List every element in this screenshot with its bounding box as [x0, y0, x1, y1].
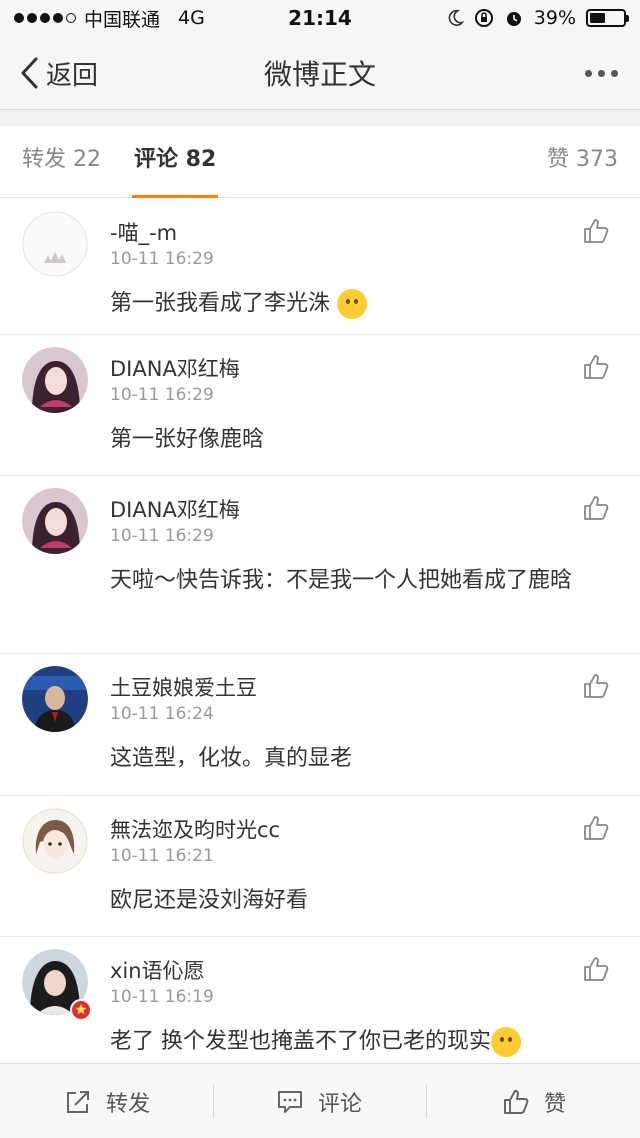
thumbs-up-icon[interactable] [582, 217, 610, 245]
tab-like[interactable]: 赞 373 [547, 126, 618, 198]
battery-percent: 39% [533, 7, 576, 29]
verified-badge-icon [70, 999, 92, 1021]
comment-text: 天啦～快告诉我：不是我一个人把她看成了鹿晗 [110, 568, 573, 593]
back-label: 返回 [46, 60, 99, 91]
comment-item: DIANA邓红梅 10-11 16:29 天啦～快告诉我：不是我一个人把她看成了… [0, 476, 640, 654]
thumbs-up-icon [504, 1089, 529, 1114]
comment-author[interactable]: -喵_-m [110, 217, 177, 247]
comment-text: 这造型，化妆。真的显老 [110, 746, 353, 771]
back-button[interactable]: 返回 [18, 36, 98, 110]
status-bar: 中国联通 4G 21:14 39% [0, 0, 640, 36]
comment-list: -喵_-m 10-11 16:29 第一张我看成了李光洙 DIANA邓红梅 10… [0, 199, 640, 1063]
avatar[interactable] [22, 211, 88, 277]
comment-item: 土豆娘娘爱土豆 10-11 16:24 这造型，化妆。真的显老 [0, 654, 640, 796]
rotation-lock-icon [474, 9, 493, 27]
comment-button[interactable]: 评论 [276, 1064, 362, 1138]
more-dot [598, 69, 605, 77]
laughing-emoji-icon [491, 1027, 521, 1057]
tab-bar: 转发 22 评论 82 赞 373 [0, 126, 640, 198]
more-dot [611, 69, 618, 77]
comment-text-content: 老了 换个发型也掩盖不了你已老的现实 [110, 1029, 491, 1054]
comment-item: -喵_-m 10-11 16:29 第一张我看成了李光洙 [0, 199, 640, 335]
thumbs-up-icon[interactable] [582, 955, 610, 983]
comment-item: 無法迩及昀时光cc 10-11 16:21 欧尼还是没刘海好看 [0, 796, 640, 937]
tab-repost[interactable]: 转发 22 [22, 126, 101, 198]
comment-time: 10-11 16:29 [110, 249, 214, 269]
network-label: 4G [178, 7, 205, 29]
avatar[interactable] [22, 808, 88, 874]
avatar[interactable] [22, 488, 88, 554]
thumbs-up-icon[interactable] [582, 814, 610, 842]
active-tab-indicator [132, 195, 219, 198]
more-dot [585, 69, 592, 77]
tab-comment-label: 评论 82 [134, 147, 217, 172]
battery-icon [586, 9, 629, 27]
comment-author[interactable]: DIANA邓红梅 [110, 494, 240, 524]
comment-item: xin语伈愿 10-11 16:19 老了 换个发型也掩盖不了你已老的现实 [0, 937, 640, 1063]
tab-comment[interactable]: 评论 82 [132, 126, 219, 198]
avatar[interactable] [22, 666, 88, 732]
comment-author[interactable]: 無法迩及昀时光cc [110, 814, 280, 844]
thinking-emoji-icon [337, 289, 368, 319]
comment-text: 第一张好像鹿晗 [110, 427, 265, 452]
chevron-left-icon [21, 57, 38, 89]
repost-label: 转发 [106, 1091, 151, 1117]
share-icon [67, 1090, 89, 1113]
comment-icon [278, 1090, 302, 1113]
thumbs-up-icon[interactable] [582, 672, 610, 700]
signal-icon [14, 13, 76, 23]
comment-item: DIANA邓红梅 10-11 16:29 第一张好像鹿晗 [0, 335, 640, 476]
like-label: 赞 [544, 1091, 567, 1117]
avatar[interactable] [22, 347, 88, 413]
comment-text-content: 第一张我看成了李光洙 [110, 291, 331, 316]
divider [426, 1084, 427, 1118]
comment-time: 10-11 16:24 [110, 704, 214, 724]
comment-time: 10-11 16:29 [110, 385, 214, 405]
like-button[interactable]: 赞 [502, 1064, 566, 1138]
thumbs-up-icon[interactable] [582, 353, 610, 381]
comment-time: 10-11 16:29 [110, 526, 214, 546]
carrier-label: 中国联通 [84, 8, 161, 31]
section-gap [0, 110, 640, 126]
navigation-bar: 返回 微博正文 [0, 36, 640, 110]
comment-time: 10-11 16:19 [110, 987, 214, 1007]
alarm-icon [506, 12, 521, 26]
comment-author[interactable]: 土豆娘娘爱土豆 [110, 672, 257, 702]
comment-text: 第一张我看成了李光洙 [110, 285, 610, 323]
comment-label: 评论 [318, 1091, 363, 1117]
comment-time: 10-11 16:21 [110, 846, 214, 866]
comment-text: 老了 换个发型也掩盖不了你已老的现实 [110, 1023, 610, 1061]
comment-author[interactable]: DIANA邓红梅 [110, 353, 240, 383]
comment-text: 欧尼还是没刘海好看 [110, 888, 309, 913]
moon-icon [448, 9, 464, 26]
repost-button[interactable]: 转发 [64, 1064, 150, 1138]
divider [213, 1084, 214, 1118]
comment-author[interactable]: xin语伈愿 [110, 955, 205, 985]
thumbs-up-icon[interactable] [582, 494, 610, 522]
more-button[interactable] [585, 36, 618, 110]
bottom-toolbar: 转发 评论 赞 [0, 1063, 640, 1138]
